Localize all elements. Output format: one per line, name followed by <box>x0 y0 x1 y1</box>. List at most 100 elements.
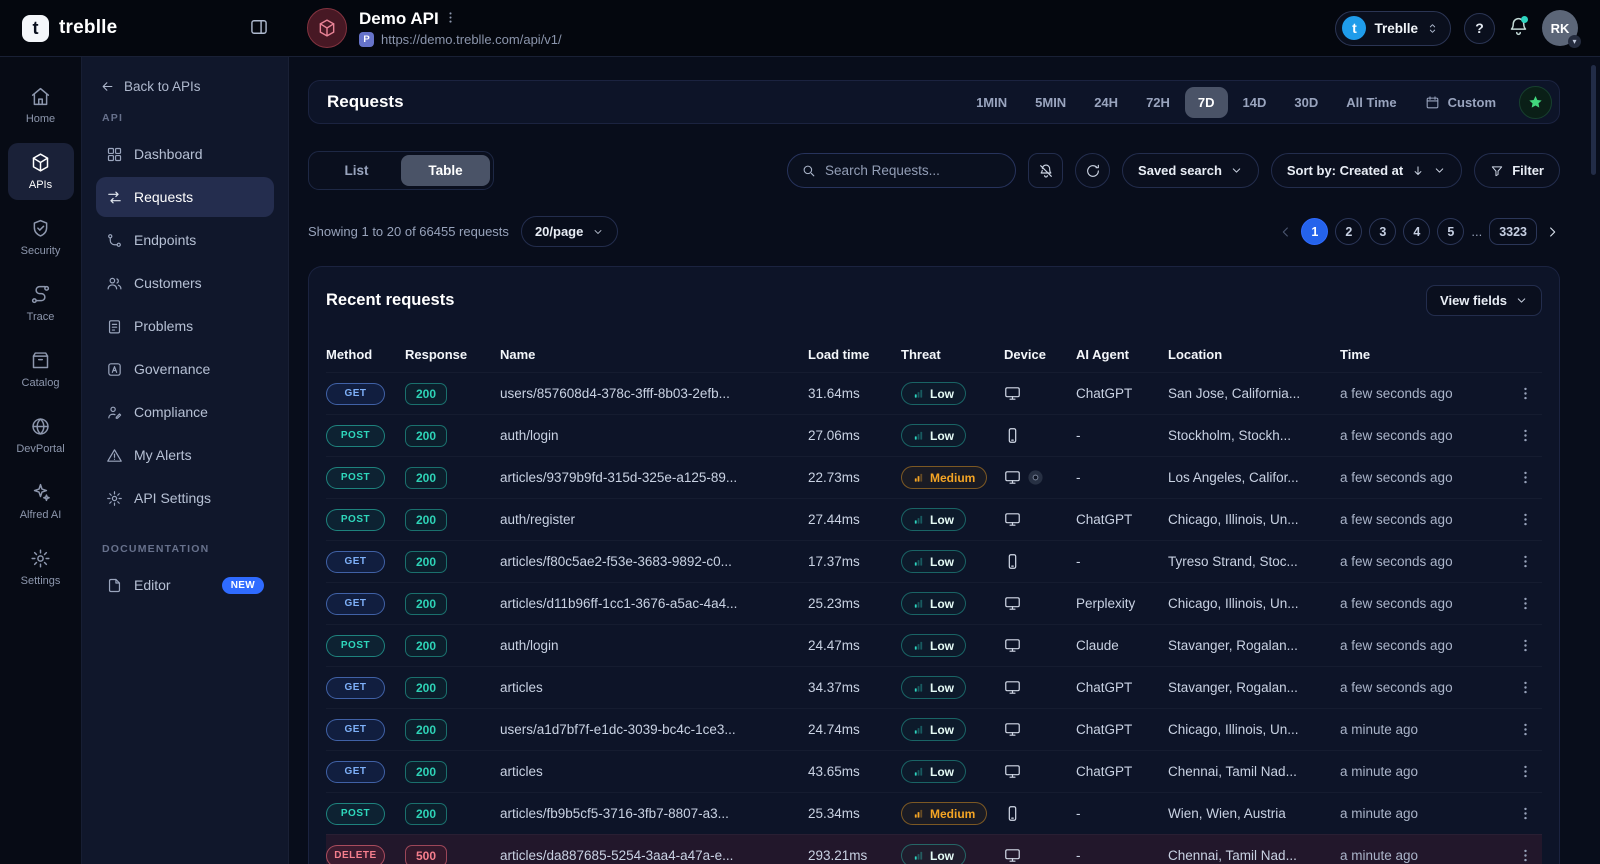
threat-badge: Medium <box>901 802 988 825</box>
time-range-24h[interactable]: 24H <box>1081 87 1131 118</box>
sidebar-item-dashboard[interactable]: Dashboard <box>96 134 274 174</box>
back-to-apis-link[interactable]: Back to APIs <box>96 77 274 96</box>
rail-item-settings[interactable]: Settings <box>8 539 74 596</box>
table-row[interactable]: POST 200 auth/register 27.44ms Low ChatGPT Chi… <box>326 498 1542 540</box>
search-input[interactable] <box>825 163 1003 178</box>
time-range-1min[interactable]: 1MIN <box>963 87 1020 118</box>
table-row[interactable]: POST 200 auth/login 27.06ms Low - Stockholm, S… <box>326 414 1542 456</box>
rail-item-alfred-ai[interactable]: Alfred AI <box>8 473 74 530</box>
pagination-next-button[interactable] <box>1544 224 1560 240</box>
user-avatar[interactable]: RK ▾ <box>1542 10 1581 48</box>
row-menu-button[interactable] <box>1512 633 1538 659</box>
row-menu-button[interactable] <box>1512 759 1538 785</box>
threat-badge: Low <box>901 550 966 573</box>
time-range-72h[interactable]: 72H <box>1133 87 1183 118</box>
row-menu-button[interactable] <box>1512 507 1538 533</box>
time-range-7d[interactable]: 7D <box>1184 86 1228 118</box>
row-menu-button[interactable] <box>1512 423 1538 449</box>
mute-notifications-button[interactable] <box>1028 153 1064 188</box>
sidebar-item-endpoints[interactable]: Endpoints <box>96 220 274 260</box>
row-menu-button[interactable] <box>1512 717 1538 743</box>
time-range-5min[interactable]: 5MIN <box>1022 87 1079 118</box>
page-header: Requests 1MIN 5MIN 24H 72H 7D 14D 30D All Time C… <box>308 80 1560 124</box>
rail-item-trace[interactable]: Trace <box>8 275 74 332</box>
help-button[interactable]: ? <box>1464 12 1495 44</box>
view-toggle-list[interactable]: List <box>312 155 401 186</box>
row-menu-button[interactable] <box>1512 843 1538 864</box>
threat-label: Low <box>930 848 954 863</box>
row-menu-button[interactable] <box>1512 591 1538 617</box>
pagination-page-4[interactable]: 4 <box>1403 218 1431 245</box>
sidebar-item-editor[interactable]: Editor NEW <box>96 565 274 605</box>
threat-badge: Low <box>901 634 966 657</box>
gear-icon <box>30 548 51 569</box>
table-row[interactable]: POST 200 auth/login 24.47ms Low Claude Stavang… <box>326 624 1542 666</box>
pagination-page-5[interactable]: 5 <box>1437 218 1465 245</box>
time-range-custom[interactable]: Custom <box>1412 87 1509 118</box>
refresh-button[interactable] <box>1075 153 1111 188</box>
kebab-icon <box>1517 847 1534 864</box>
table-row[interactable]: GET 200 articles 43.65ms Low ChatGPT Chennai, … <box>326 750 1542 792</box>
kebab-icon <box>1517 595 1534 612</box>
table-row[interactable]: GET 200 articles/f80c5ae2-f53e-3683-9892-c… <box>326 540 1542 582</box>
location: Stavanger, Rogalan... <box>1168 637 1298 653</box>
rail-item-devportal[interactable]: DevPortal <box>8 407 74 464</box>
sort-button[interactable]: Sort by: Created at <box>1270 153 1463 188</box>
sidebar-item-label: Editor <box>134 577 171 593</box>
pagination-prev-button[interactable] <box>1278 224 1294 240</box>
rail-item-catalog[interactable]: Catalog <box>8 341 74 398</box>
pagination-page-last[interactable]: 3323 <box>1489 218 1537 245</box>
per-page-select[interactable]: 20/page <box>520 216 619 247</box>
sidebar-item-my-alerts[interactable]: My Alerts <box>96 435 274 475</box>
workspace-switcher[interactable]: t Treblle <box>1335 10 1451 46</box>
api-meta: Demo API P https://demo.treblle.com/api/… <box>359 9 562 47</box>
response-badge: 200 <box>405 592 448 615</box>
load-time: 24.47ms <box>808 638 860 653</box>
time-range-all-time[interactable]: All Time <box>1333 87 1409 118</box>
rail-item-home[interactable]: Home <box>8 77 74 134</box>
time-range-label: 30D <box>1294 94 1319 110</box>
saved-search-button[interactable]: Saved search <box>1122 153 1259 188</box>
pagination-page-1[interactable]: 1 <box>1301 218 1329 245</box>
signal-bars-icon <box>913 682 924 693</box>
row-menu-button[interactable] <box>1512 675 1538 701</box>
sidebar-item-requests[interactable]: Requests <box>96 177 274 217</box>
scrollbar-thumb[interactable] <box>1591 65 1596 175</box>
threat-label: Low <box>930 638 954 653</box>
view-toggle-table[interactable]: Table <box>401 155 490 186</box>
rail-item-apis[interactable]: APIs <box>7 143 74 200</box>
sidebar-item-governance[interactable]: Governance <box>96 349 274 389</box>
filter-button[interactable]: Filter <box>1474 153 1560 188</box>
api-options-button[interactable] <box>443 10 458 28</box>
sidebar-item-compliance[interactable]: Compliance <box>96 392 274 432</box>
sidebar-item-problems[interactable]: Problems <box>96 306 274 346</box>
sidebar-item-customers[interactable]: Customers <box>96 263 274 303</box>
table-row[interactable]: GET 200 users/a1d7bf7f-e1dc-3039-bc4c-1ce3… <box>326 708 1542 750</box>
time-range-30d[interactable]: 30D <box>1281 87 1331 118</box>
table-row[interactable]: GET 200 articles 34.37ms Low ChatGPT Stavanger… <box>326 666 1542 708</box>
row-menu-button[interactable] <box>1512 801 1538 827</box>
pagination-page-3[interactable]: 3 <box>1369 218 1397 245</box>
table-row[interactable]: POST 200 articles/fb9b5cf5-3716-3fb7-8807-… <box>326 792 1542 834</box>
table-row[interactable]: GET 200 articles/d11b96ff-1cc1-3676-a5ac-4… <box>326 582 1542 624</box>
method-badge: DELETE <box>326 844 385 864</box>
table-row[interactable]: POST 200 articles/9379b9fd-315d-325e-a125-… <box>326 456 1542 498</box>
request-name: auth/register <box>500 511 576 527</box>
sidebar-collapse-button[interactable] <box>249 17 269 40</box>
row-menu-button[interactable] <box>1512 381 1538 407</box>
location: Wien, Wien, Austria <box>1168 805 1286 821</box>
rail-item-security[interactable]: Security <box>8 209 74 266</box>
view-fields-button[interactable]: View fields <box>1426 285 1542 316</box>
notifications-button[interactable] <box>1508 16 1529 40</box>
back-label: Back to APIs <box>124 79 201 94</box>
search-box <box>787 153 1017 188</box>
pagination-page-2[interactable]: 2 <box>1335 218 1363 245</box>
time-range-14d[interactable]: 14D <box>1230 87 1280 118</box>
table-row[interactable]: GET 200 users/857608d4-378c-3fff-8b03-2efb… <box>326 372 1542 414</box>
ai-agent: - <box>1076 470 1081 485</box>
favorite-star-button[interactable] <box>1519 85 1552 119</box>
sidebar-item-api-settings[interactable]: API Settings <box>96 478 274 518</box>
row-menu-button[interactable] <box>1512 549 1538 575</box>
row-menu-button[interactable] <box>1512 465 1538 491</box>
table-row[interactable]: DELETE 500 articles/da887685-5254-3aa4-a47… <box>326 834 1542 864</box>
